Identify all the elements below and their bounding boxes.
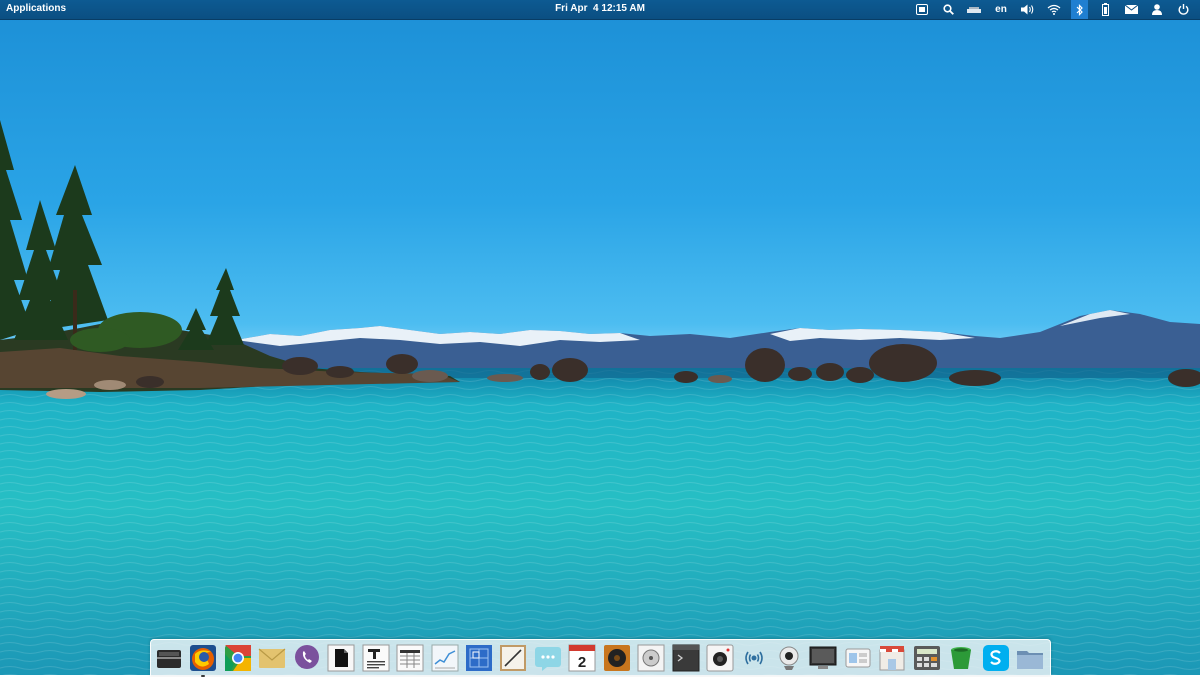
dock-item-calculator[interactable] <box>913 644 941 672</box>
camera-icon <box>706 644 734 672</box>
dock-item-file-manager[interactable] <box>1016 644 1044 672</box>
calendar-day: 2 <box>578 654 586 671</box>
desktop-wallpaper <box>0 0 1200 675</box>
document-viewer-icon <box>327 644 355 672</box>
wifi-indicator[interactable] <box>1041 0 1067 19</box>
dock-item-messaging[interactable] <box>534 644 562 672</box>
pine-trees <box>0 120 244 352</box>
settings-toggles-icon <box>845 648 871 668</box>
skype-icon <box>982 645 1009 671</box>
terminal-icon <box>672 644 700 672</box>
volume-indicator[interactable] <box>1015 0 1041 19</box>
messaging-icon <box>534 647 561 671</box>
battery-indicator[interactable] <box>1092 0 1118 19</box>
user-icon <box>1152 4 1162 15</box>
top-panel: Applications Fri Apr 4 12:15 AM en <box>0 0 1200 20</box>
dock-item-blueprint[interactable] <box>465 644 493 672</box>
search-icon <box>942 4 954 15</box>
snow-caps-right <box>770 328 975 341</box>
battery-icon <box>1101 3 1109 16</box>
dock-item-music-player[interactable] <box>603 644 631 672</box>
storage-indicator[interactable] <box>961 0 987 19</box>
dock-item-chrome[interactable] <box>224 644 252 672</box>
dock-item-settings-toggles[interactable] <box>844 644 872 672</box>
user-indicator[interactable] <box>1144 0 1170 19</box>
dock-item-firefox[interactable] <box>189 644 217 677</box>
file-manager-icon <box>1016 651 1043 669</box>
dock-item-green-bucket[interactable] <box>947 644 975 672</box>
messages-indicator[interactable] <box>1118 0 1144 19</box>
wallpaper-scene <box>0 120 1200 675</box>
dock-item-disk-utility[interactable] <box>637 644 665 672</box>
dock-item-skype[interactable] <box>982 644 1010 672</box>
dock-item-webcam[interactable] <box>775 644 803 672</box>
monitor-icon <box>809 646 837 669</box>
blueprint-icon <box>465 645 492 671</box>
keyboard-indicator[interactable] <box>909 0 935 19</box>
dock-item-monitor[interactable] <box>809 644 837 672</box>
bluetooth-indicator[interactable] <box>1071 0 1088 19</box>
dock-item-text-editor[interactable] <box>362 644 390 672</box>
clock-label[interactable]: Fri Apr 4 12:15 AM <box>555 3 645 14</box>
disk-utility-icon <box>637 644 665 672</box>
spreadsheet-icon <box>396 644 424 672</box>
music-player-icon <box>603 645 630 671</box>
system-monitor-icon <box>431 644 458 672</box>
dock-items: 2 <box>155 644 1050 677</box>
scanner-icon <box>157 650 181 668</box>
dock-item-system-monitor[interactable] <box>431 644 459 672</box>
webcam-icon <box>779 646 799 670</box>
wifi-icon <box>1047 4 1061 15</box>
volume-icon <box>1021 4 1034 15</box>
applications-menu-button[interactable]: Applications <box>6 0 66 19</box>
app-store-icon <box>879 646 905 671</box>
dock-item-app-store[interactable] <box>878 644 906 672</box>
dock-item-terminal[interactable] <box>672 644 700 672</box>
green-bucket-icon <box>951 647 972 669</box>
language-indicator[interactable]: en <box>987 0 1015 19</box>
wireless-hotspot-icon <box>745 651 764 665</box>
dock-item-scanner[interactable] <box>155 644 183 672</box>
calendar-icon: 2 <box>568 644 596 672</box>
storage-device-icon <box>967 6 981 13</box>
dock-item-calendar[interactable]: 2 <box>568 644 596 672</box>
dock-item-camera[interactable] <box>706 644 734 672</box>
dock: 2 <box>150 639 1051 677</box>
dock-item-document-viewer[interactable] <box>327 644 355 672</box>
calculator-icon <box>913 646 940 670</box>
power-icon <box>1178 4 1188 15</box>
mail-envelope-icon <box>258 648 286 668</box>
text-editor-icon <box>362 644 390 672</box>
search-indicator[interactable] <box>935 0 961 19</box>
dock-item-spreadsheet[interactable] <box>396 644 424 672</box>
chrome-icon <box>224 645 251 671</box>
dock-item-wireless-hotspot[interactable] <box>740 644 768 672</box>
bluetooth-icon <box>1076 3 1083 16</box>
keyboard-icon <box>916 4 928 15</box>
indicator-area: en <box>909 0 1196 19</box>
viber-icon <box>294 645 319 669</box>
dock-item-mail[interactable] <box>258 644 286 672</box>
session-indicator[interactable] <box>1170 0 1196 19</box>
firefox-icon <box>190 645 217 671</box>
distant-mountains <box>236 310 1200 372</box>
drawing-icon <box>500 645 527 671</box>
dock-item-viber[interactable] <box>293 644 321 672</box>
mail-icon <box>1124 5 1138 14</box>
dock-item-drawing[interactable] <box>499 644 527 672</box>
